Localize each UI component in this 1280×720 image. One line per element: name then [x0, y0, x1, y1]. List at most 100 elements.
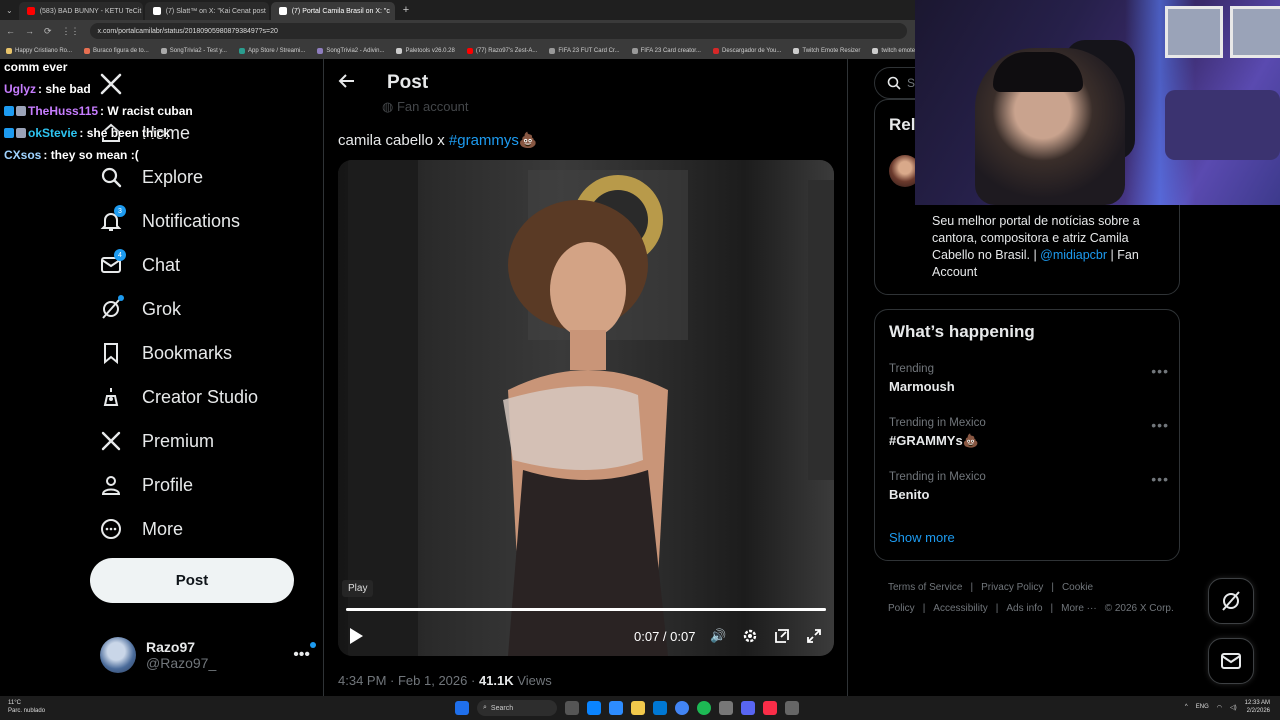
post-button-label: Post [175, 572, 209, 589]
x-logo-link[interactable] [98, 69, 124, 99]
store-icon[interactable] [609, 701, 623, 715]
discord-icon[interactable] [741, 701, 755, 715]
nav-chat[interactable]: 4 Chat [98, 249, 180, 280]
trend-item[interactable]: Trending Marmoush ••• [889, 363, 1169, 394]
chrome-icon[interactable] [675, 701, 689, 715]
url-field[interactable]: x.com/portalcamilabr/status/201809059808… [89, 23, 907, 39]
nav-creator-studio[interactable]: Creator Studio [98, 382, 258, 412]
wall-frame [1165, 6, 1223, 58]
post-date[interactable]: Feb 1, 2026 [398, 673, 467, 688]
bookmark-favicon-icon [238, 47, 245, 54]
post-time[interactable]: 4:34 PM [338, 673, 386, 688]
fullscreen-button[interactable] [806, 624, 822, 648]
browser-tab-2[interactable]: (7) Slatt™ on X: "Kai Cenat post ✕ [144, 2, 269, 20]
trend-item[interactable]: Trending in Mexico Benito ••• [889, 471, 1169, 502]
obs-icon[interactable] [719, 701, 733, 715]
browser-tab-3[interactable]: (7) Portal Camila Brasil on X: "c ✕ [270, 2, 395, 20]
more-dots-icon[interactable]: ••• [1151, 417, 1169, 433]
bookmark-item[interactable]: SongTrivia2 - Test y... [160, 47, 227, 54]
bookmark-item[interactable]: (77) Razo97's Zest-A... [466, 47, 538, 54]
more-dots-icon[interactable]: ••• [293, 642, 316, 664]
bookmark-icon [98, 340, 124, 366]
chevron-up-icon[interactable]: ^ [1185, 704, 1188, 710]
bookmark-favicon-icon [317, 47, 324, 54]
bookmark-item[interactable]: Paletools v26.0.28 [396, 47, 455, 54]
bookmark-item[interactable]: Descargador de You... [712, 47, 781, 54]
post-button[interactable]: Post [90, 558, 294, 603]
bookmark-item[interactable]: twitch emote re... [872, 47, 915, 54]
nav-bookmarks[interactable]: Bookmarks [98, 338, 232, 368]
footer-link[interactable]: Ads info [1006, 603, 1042, 614]
back-arrow-icon[interactable]: ← [6, 26, 15, 36]
footer-link[interactable]: Accessibility [933, 603, 987, 614]
chat-username: CXsos [4, 148, 42, 162]
forward-arrow-icon[interactable]: → [25, 26, 34, 36]
nav-notifications[interactable]: 3 Notifications [98, 205, 240, 236]
trend-item[interactable]: Trending in Mexico #GRAMMYs💩 ••• [889, 417, 1169, 449]
nav-explore[interactable]: Explore [98, 162, 203, 192]
messages-floating-button[interactable] [1208, 638, 1254, 684]
language-indicator[interactable]: ENG [1196, 704, 1209, 710]
account-switcher[interactable]: Razo97 @Razo97_ ••• [100, 637, 316, 673]
post-header: Post [324, 67, 847, 99]
footer-link[interactable]: Terms of Service [888, 582, 962, 593]
creator-studio-icon [98, 384, 124, 410]
nav-more[interactable]: More [98, 514, 183, 544]
bookmark-item[interactable]: Buraco figura de to... [84, 47, 149, 54]
new-tab-button[interactable]: + [403, 4, 409, 16]
video-player[interactable]: Play 0:07 / 0:07 🔊 [338, 160, 834, 656]
edge-icon[interactable] [587, 701, 601, 715]
apps-icon[interactable]: ⋮⋮ [62, 26, 80, 37]
bookmark-item[interactable]: Happy Cristiano Ro... [6, 47, 73, 54]
taskbar-search[interactable]: ⌕ Search [477, 700, 557, 716]
show-more-link[interactable]: Show more [889, 530, 955, 545]
trend-name: #GRAMMYs💩 [889, 433, 979, 448]
windows-start-icon[interactable] [455, 701, 469, 715]
volume-icon[interactable]: ◁) [1230, 704, 1237, 711]
more-dots-icon[interactable]: ••• [1151, 363, 1169, 379]
nav-grok[interactable]: Grok [98, 294, 181, 324]
chat-username: okStevie [28, 126, 78, 140]
hashtag-link[interactable]: #grammys [449, 132, 519, 149]
wifi-icon[interactable]: ◠ [1217, 704, 1222, 711]
tab-search-icon[interactable]: ⌄ [6, 6, 13, 15]
bookmark-favicon-icon [872, 47, 879, 54]
volume-button[interactable]: 🔊 [710, 624, 726, 648]
views-label: Views [517, 673, 552, 688]
post-meta: 4:34 PM · Feb 1, 2026 · 41.1K Views [338, 673, 552, 688]
nav-profile[interactable]: Profile [98, 470, 193, 500]
music-icon[interactable] [763, 701, 777, 715]
folder-icon[interactable] [631, 701, 645, 715]
picture-in-picture-button[interactable] [774, 624, 790, 648]
footer-link[interactable]: More ··· [1061, 603, 1097, 614]
spotify-icon[interactable] [697, 701, 711, 715]
back-arrow-icon[interactable] [338, 72, 356, 95]
video-progress-bar[interactable] [346, 608, 826, 611]
footer-link[interactable]: © 2026 X Corp. [1105, 603, 1174, 614]
search-icon [887, 76, 901, 90]
nav-premium[interactable]: Premium [98, 426, 214, 456]
bookmark-item[interactable]: FIFA 23 FUT Card Cr... [549, 47, 620, 54]
bookmark-label: (77) Razo97's Zest-A... [475, 47, 538, 54]
task-view-icon[interactable] [565, 701, 579, 715]
footer-link[interactable]: Privacy Policy [981, 582, 1043, 593]
chat-username: TheHuss115 [28, 104, 99, 118]
chat-message: okStevie: she been thick [4, 126, 170, 140]
mention-link[interactable]: @midiapcbr [1040, 248, 1107, 262]
reload-icon[interactable]: ⟳ [44, 26, 52, 37]
app-icon[interactable] [785, 701, 799, 715]
bookmark-item[interactable]: FIFA 23 Card creator... [631, 47, 701, 54]
weather-widget[interactable]: 11°C Parc. nublado [8, 699, 45, 715]
more-dots-icon[interactable]: ••• [1151, 471, 1169, 487]
bookmark-label: Happy Cristiano Ro... [15, 47, 73, 54]
bookmark-item[interactable]: Twitch Emote Resizer [793, 47, 860, 54]
play-button[interactable] [348, 624, 364, 648]
bookmark-item[interactable]: SongTrivia2 - Adivin... [317, 47, 384, 54]
browser-tab-1[interactable]: (583) BAD BUNNY - KETU TeCit ✕ [18, 2, 143, 20]
bookmark-item[interactable]: App Store / Streami... [238, 47, 305, 54]
mail-app-icon[interactable] [653, 701, 667, 715]
settings-button[interactable] [742, 624, 758, 648]
clock[interactable]: 12:33 AM 2/2/2026 [1245, 699, 1270, 715]
x-logo-icon [98, 71, 124, 97]
grok-floating-button[interactable] [1208, 578, 1254, 624]
